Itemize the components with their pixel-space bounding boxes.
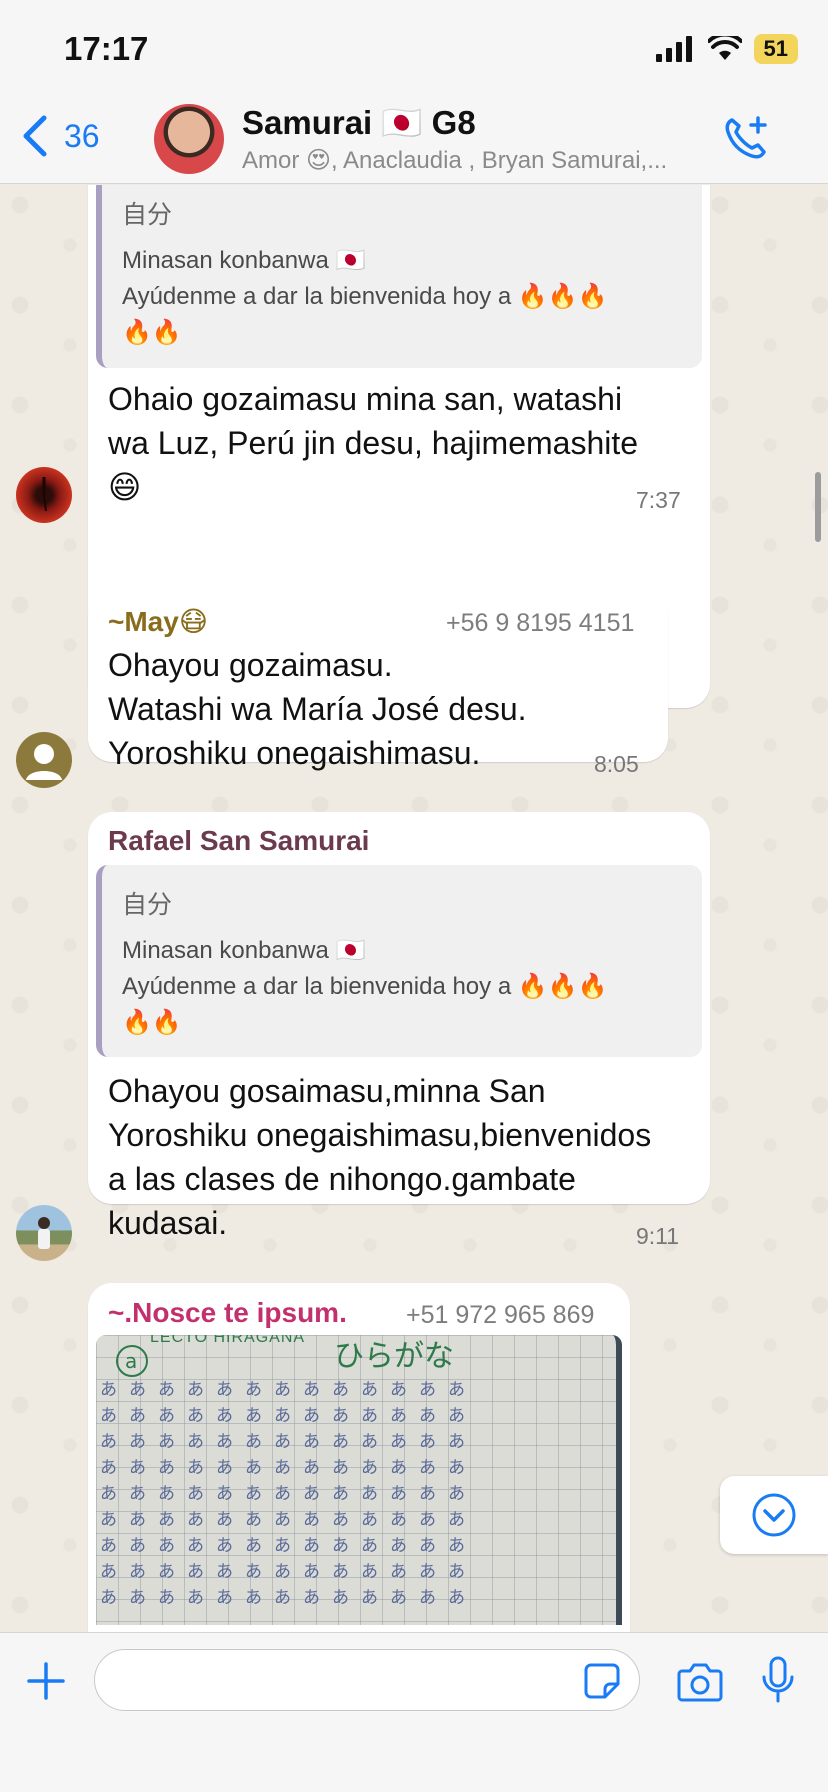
handwriting-row: あああああああああああああ: [100, 1484, 477, 1503]
message-line: Watashi wa María José desu.: [108, 691, 527, 727]
person-icon: [26, 744, 62, 780]
message-time: 8:05: [594, 751, 639, 777]
message-line: 😄: [108, 469, 142, 505]
sender-avatar[interactable]: [16, 1205, 72, 1261]
chevron-left-icon: [23, 115, 47, 157]
status-icons: 51: [655, 34, 798, 64]
quote-line: Minasan konbanwa 🇯🇵: [122, 247, 366, 274]
chat-members[interactable]: Amor 😍, Anaclaudia , Bryan Samurai,...: [242, 146, 692, 175]
status-time: 17:17: [64, 30, 149, 67]
handwriting-row: あああああああああああああ: [100, 1536, 477, 1555]
message-text: Ohaio gozaimasu mina san, watashi wa Luz…: [108, 377, 698, 509]
image-kana: ひらがな: [334, 1340, 454, 1373]
image-heading: LECTO HIRAGANA: [150, 1335, 306, 1346]
status-bar: 17:17 51: [0, 0, 828, 98]
handwriting-row: あああああああああああああ: [100, 1588, 477, 1607]
quote-author: 自分: [122, 201, 173, 229]
message-line: Ohayou gozaimasu.: [108, 647, 393, 683]
input-bar: [0, 1632, 828, 1792]
camera-icon[interactable]: [676, 1659, 724, 1703]
back-button[interactable]: 36: [22, 114, 100, 158]
scrollbar[interactable]: [815, 472, 821, 542]
person-photo-icon: [38, 1217, 50, 1249]
quote-line: Ayúdenme a dar la bienvenida hoy a 🔥🔥🔥: [122, 973, 608, 1000]
cellular-signal-icon: [655, 36, 692, 62]
group-avatar[interactable]: [154, 104, 224, 174]
message-line: kudasai.: [108, 1205, 228, 1241]
message-line: Yoroshiku onegaishimasu.: [108, 735, 481, 771]
quote-line: 🔥🔥: [122, 319, 182, 346]
handwriting-row: あああああああああああああ: [100, 1432, 477, 1451]
message-line: Yoroshiku onegaishimasu,bienvenidos: [108, 1117, 652, 1153]
svg-text:a: a: [125, 1349, 137, 1373]
sender-name[interactable]: Rafael San Samurai: [108, 825, 369, 857]
phone-plus-icon: [725, 116, 767, 159]
handwriting-row: あああああああああああああ: [100, 1510, 477, 1529]
handwriting-row: あああああああああああああ: [100, 1406, 477, 1425]
sender-avatar[interactable]: [16, 467, 72, 523]
quote-line: 🔥🔥: [122, 1009, 182, 1036]
sender-name[interactable]: ~May😷: [108, 605, 208, 638]
image-attachment[interactable]: LECTO HIRAGANA ひらがな a あああああああああああああ ああああ…: [96, 1335, 622, 1625]
chat-area[interactable]: 自分 Minasan konbanwa 🇯🇵 Ayúdenme a dar la…: [0, 185, 828, 1632]
chat-title[interactable]: Samurai 🇯🇵 G8: [242, 104, 476, 143]
scroll-to-bottom-button[interactable]: [720, 1476, 828, 1554]
message-text: Ohayou gosaimasu,minna San Yoroshiku one…: [108, 1069, 708, 1245]
quote-line: Minasan konbanwa 🇯🇵: [122, 937, 366, 964]
battery-indicator: 51: [753, 34, 798, 64]
quote-line: Ayúdenme a dar la bienvenida hoy a 🔥🔥🔥: [122, 283, 608, 310]
chevron-down-circle-icon: [752, 1493, 796, 1537]
chat-header: 36 Samurai 🇯🇵 G8 Amor 😍, Anaclaudia , Br…: [0, 98, 828, 184]
plus-icon[interactable]: [26, 1661, 66, 1701]
sender-phone: +51 972 965 869: [406, 1301, 595, 1329]
microphone-icon[interactable]: [760, 1655, 796, 1705]
sender-name[interactable]: ~.Nosce te ipsum.: [108, 1297, 347, 1329]
unread-count: 36: [64, 117, 100, 154]
handwriting-row: あああああああああああああ: [100, 1380, 477, 1399]
message-text: Ohayou gozaimasu. Watashi wa María José …: [108, 643, 648, 775]
message-line: wa Luz, Perú jin desu, hajimemashite: [108, 425, 639, 461]
sender-phone: +56 9 8195 4151: [446, 609, 635, 637]
sticker-icon[interactable]: [583, 1662, 621, 1700]
message-time: 9:11: [636, 1223, 680, 1249]
message-input[interactable]: [94, 1649, 640, 1711]
add-call-button[interactable]: [722, 114, 770, 167]
quote-author: 自分: [122, 891, 173, 919]
default-avatar-icon[interactable]: [16, 732, 72, 788]
handwriting-row: あああああああああああああ: [100, 1562, 477, 1581]
quoted-message[interactable]: 自分 Minasan konbanwa 🇯🇵 Ayúdenme a dar la…: [96, 185, 702, 368]
message-line: a las clases de nihongo.gambate: [108, 1161, 576, 1197]
quoted-message[interactable]: 自分 Minasan konbanwa 🇯🇵 Ayúdenme a dar la…: [96, 865, 702, 1057]
wifi-icon: [707, 36, 742, 60]
clock-icon: [42, 477, 47, 512]
message-time: 7:37: [636, 487, 681, 513]
message-line: Ohayou gosaimasu,minna San: [108, 1073, 546, 1109]
message-line: Ohaio gozaimasu mina san, watashi: [108, 381, 623, 417]
handwriting-row: あああああああああああああ: [100, 1458, 477, 1477]
